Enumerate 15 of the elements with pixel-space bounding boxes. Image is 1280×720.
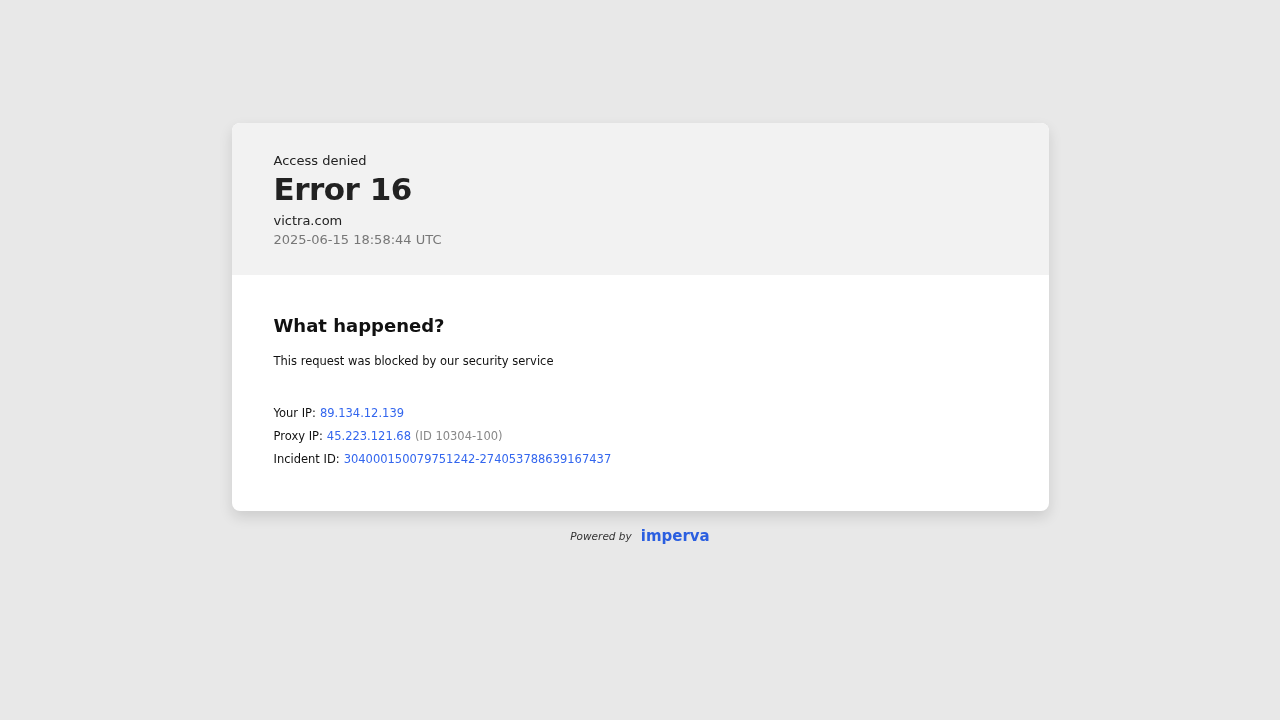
powered-by-text: Powered by bbox=[570, 530, 632, 542]
brand-logo: imperva bbox=[640, 527, 710, 545]
detail-value: 304000150079751242-274053788639167437 bbox=[343, 451, 612, 468]
detail-label: Proxy IP: bbox=[273, 428, 323, 445]
detail-label: Incident ID: bbox=[273, 451, 340, 468]
error-title: Error 16 bbox=[273, 171, 413, 207]
message-text: This request was blocked by our security service bbox=[273, 354, 555, 368]
detail-value: 89.134.12.139 bbox=[319, 405, 405, 422]
detail-note: (ID 10304-100) bbox=[415, 428, 503, 445]
timestamp: 2025-06-15 18:58:44 UTC bbox=[273, 232, 443, 247]
section-heading: What happened? bbox=[273, 315, 446, 336]
domain-text: victra.com bbox=[273, 213, 344, 228]
detail-value: 45.223.121.68 bbox=[326, 428, 411, 445]
subtitle: Access denied bbox=[273, 153, 368, 168]
detail-label: Your IP: bbox=[273, 405, 316, 422]
